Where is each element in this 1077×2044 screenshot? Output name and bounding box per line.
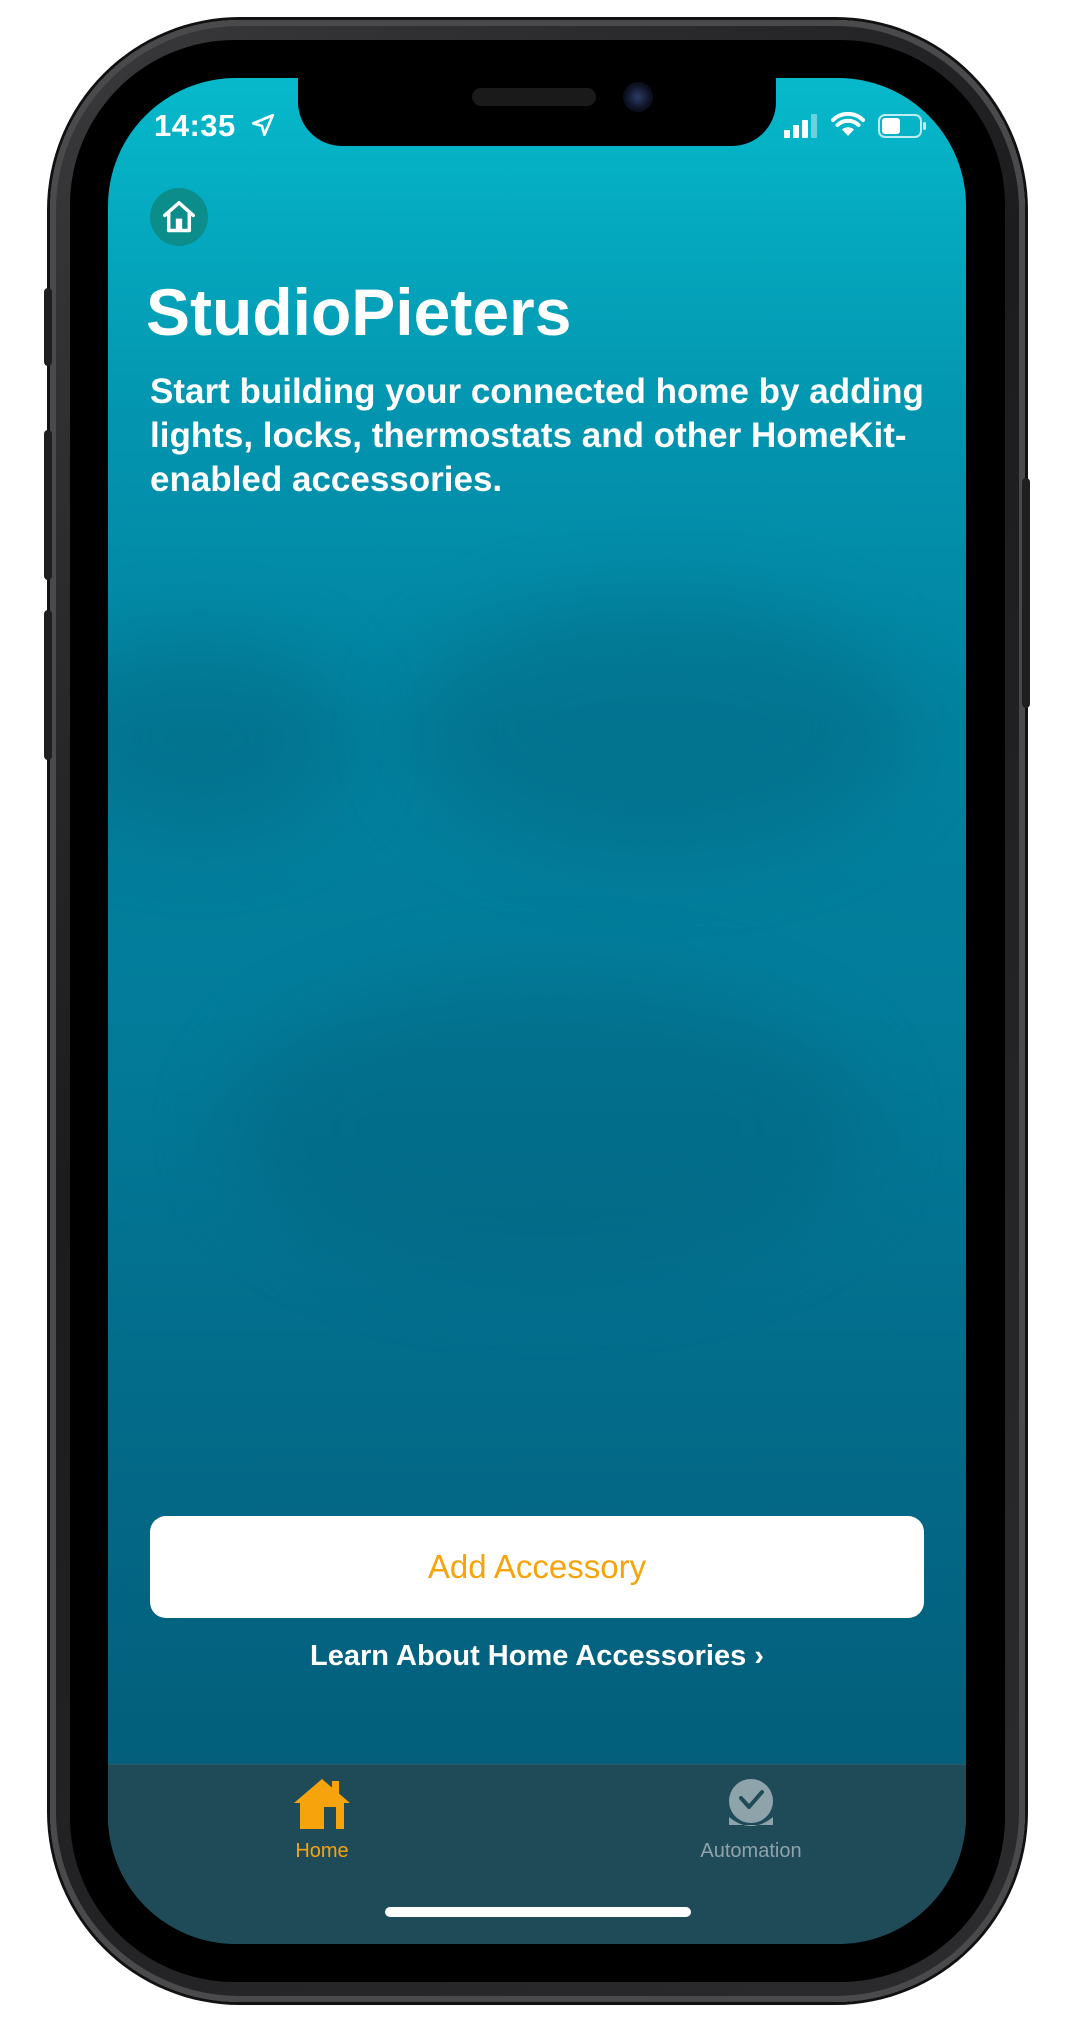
location-arrow-icon [251,113,275,137]
notch [298,78,776,146]
house-icon [294,1779,350,1829]
wifi-icon [831,112,865,136]
chevron-right-icon: › [754,1640,764,1672]
add-accessory-button[interactable]: Add Accessory [150,1516,924,1618]
power-button [1022,478,1030,708]
status-time: 14:35 [154,108,236,143]
tab-bar: Home Automation [108,1764,966,1944]
screen: 14:35 StudioPieters Start building your … [108,78,966,1944]
volume-up-button [44,430,52,580]
clock-check-icon [729,1779,773,1826]
silent-switch [44,288,52,366]
earpiece-speaker [472,88,596,106]
tab-automation-label: Automation [700,1840,802,1862]
tab-home[interactable]: Home [222,1777,422,1863]
home-title: StudioPieters [146,275,572,349]
volume-down-button [44,610,52,760]
home-icon [163,201,195,233]
home-description: Start building your connected home by ad… [150,372,924,499]
tab-automation[interactable]: Automation [651,1777,851,1863]
learn-link-label: Learn About Home Accessories [310,1640,747,1672]
front-camera [623,82,653,112]
tab-home-label: Home [295,1840,349,1862]
battery-icon [878,114,926,138]
home-settings-button[interactable] [150,188,208,246]
home-indicator[interactable] [385,1907,691,1917]
learn-about-accessories-link[interactable]: Learn About Home Accessories › [108,1640,966,1673]
cellular-signal-icon [784,114,817,138]
